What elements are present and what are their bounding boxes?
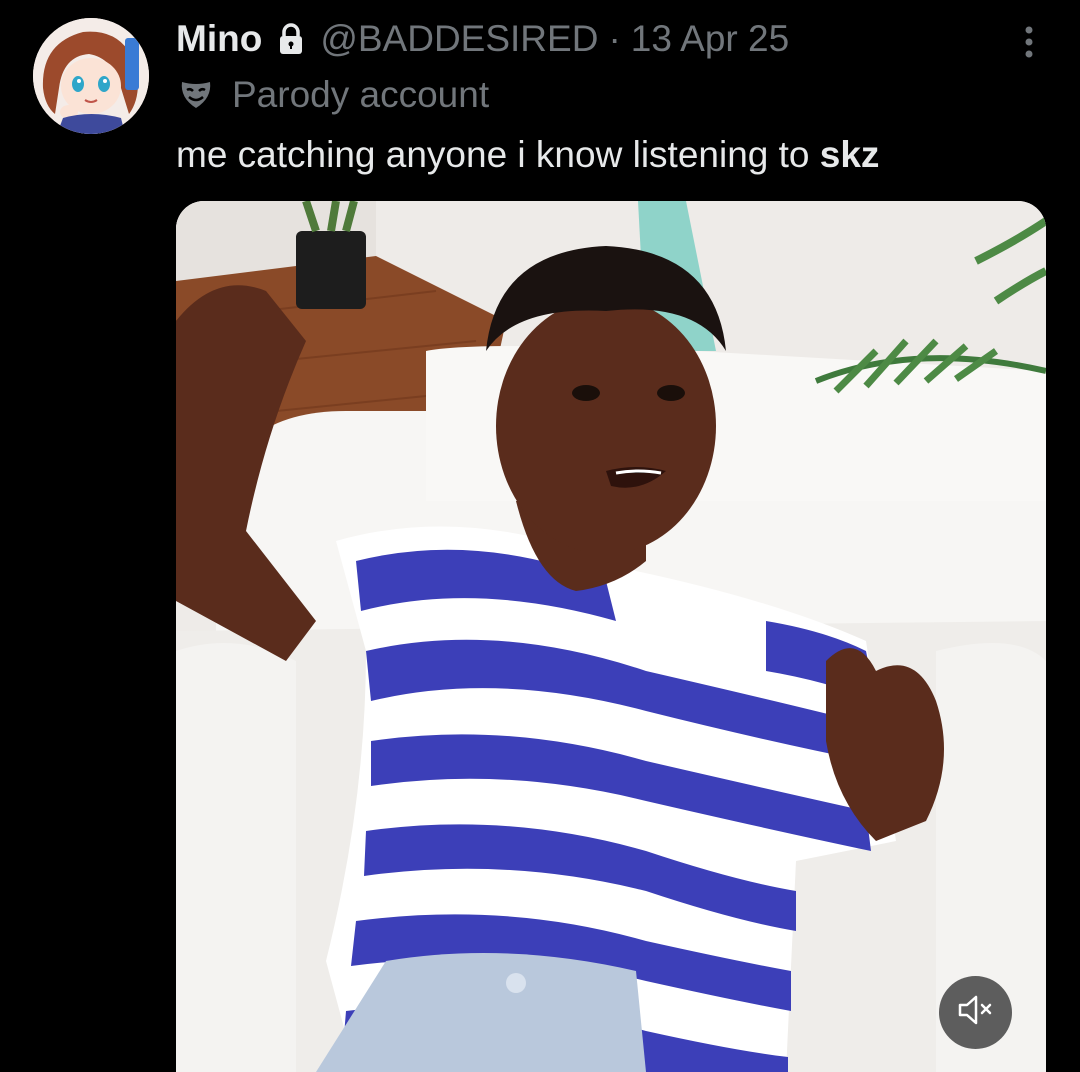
tweet-text-plain: me catching anyone i know listening to (176, 134, 820, 175)
handle[interactable]: @BADDESIRED (320, 18, 598, 60)
more-options-icon[interactable] (1018, 22, 1040, 62)
tweet-header: Mino @BADDESIRED · 13 Apr 25 (176, 14, 789, 64)
mute-button[interactable] (939, 976, 1012, 1049)
separator: · (608, 18, 621, 59)
display-name[interactable]: Mino (176, 18, 262, 60)
parody-badge[interactable]: Parody account (176, 72, 489, 118)
lock-icon (276, 22, 306, 56)
tweet-date[interactable]: 13 Apr 25 (631, 18, 789, 60)
parody-label: Parody account (232, 74, 490, 115)
muted-speaker-icon (956, 993, 996, 1032)
tweet-text-bold: skz (819, 134, 880, 175)
tweet: Mino @BADDESIRED · 13 Apr 25 Parody acco… (0, 0, 1080, 1072)
avatar[interactable] (33, 18, 149, 134)
tweet-video[interactable] (176, 201, 1046, 1072)
theater-mask-icon (176, 78, 216, 112)
tweet-text: me catching anyone i know listening to s… (176, 134, 879, 176)
